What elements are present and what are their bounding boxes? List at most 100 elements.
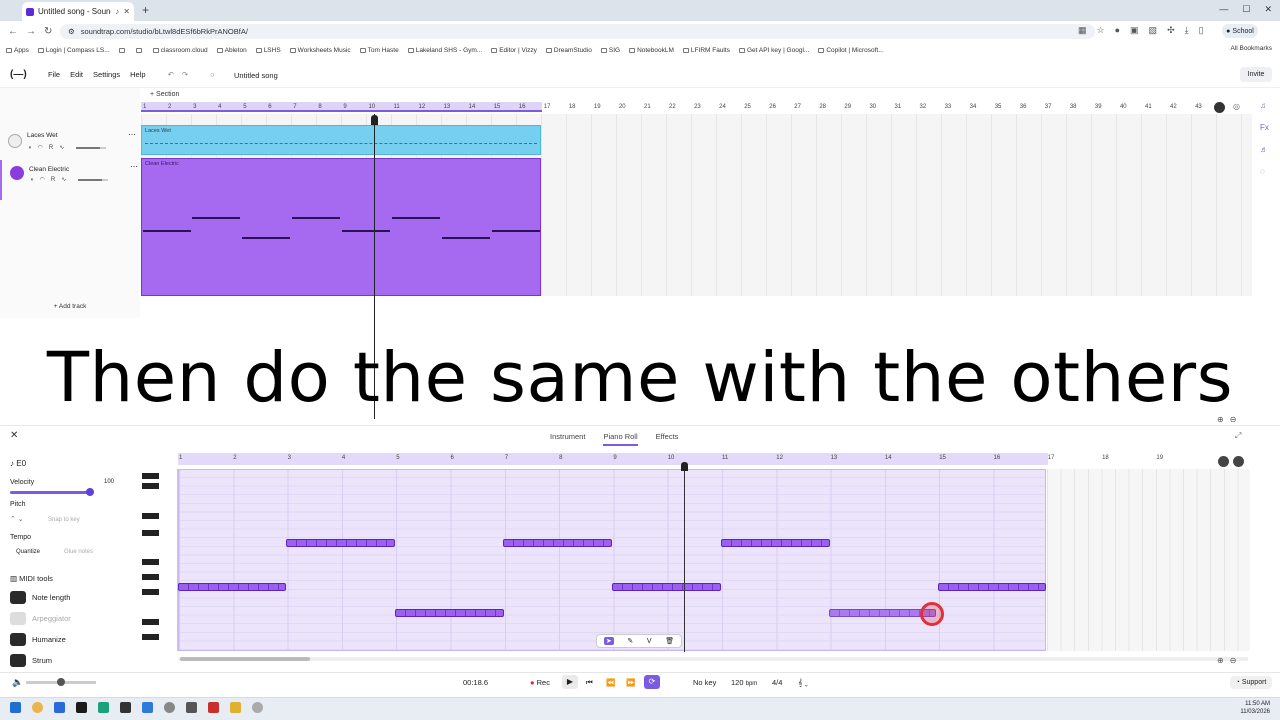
- piano-roll-playhead[interactable]: [684, 462, 685, 652]
- black-key[interactable]: [142, 513, 159, 519]
- bookmark-item[interactable]: [118, 47, 127, 53]
- track-name[interactable]: Laces Wet: [27, 132, 58, 139]
- profile-button[interactable]: ● School: [1222, 24, 1258, 38]
- loops-icon[interactable]: ♬: [1260, 139, 1269, 161]
- trash-icon[interactable]: 🗑: [665, 637, 674, 645]
- velocity-slider-handle[interactable]: [86, 488, 94, 496]
- settings-gear-icon[interactable]: ◎: [1233, 102, 1240, 111]
- arpeggiator-tool[interactable]: Arpeggiator: [10, 612, 71, 625]
- piano-roll-playhead-handle[interactable]: [681, 462, 688, 471]
- bookmark-item[interactable]: Editor | Vizzy: [491, 47, 537, 54]
- black-key[interactable]: [142, 473, 159, 479]
- playhead-handle[interactable]: [371, 115, 378, 125]
- browser-tab[interactable]: Untitled song - Soundtrap ♪ ✕: [22, 2, 134, 21]
- menu-settings[interactable]: Settings: [93, 70, 120, 79]
- key-selector[interactable]: No key: [693, 678, 716, 687]
- rewind-icon[interactable]: ⏮: [586, 678, 593, 688]
- tab-audio-icon[interactable]: ♪: [115, 7, 119, 16]
- mute-icon[interactable]: ◖: [30, 177, 34, 183]
- midi-note[interactable]: [503, 539, 612, 547]
- velocity-slider[interactable]: [10, 491, 90, 494]
- midi-note[interactable]: [721, 539, 830, 547]
- app-icon[interactable]: [76, 702, 87, 713]
- bookmark-item[interactable]: LFIRM Faults: [682, 47, 730, 54]
- note-length-tool[interactable]: Note length: [10, 591, 70, 604]
- music-icon[interactable]: ♫: [1260, 95, 1269, 117]
- tab-piano-roll[interactable]: Piano Roll: [603, 432, 638, 446]
- app-icon[interactable]: [98, 702, 109, 713]
- humanize-tool[interactable]: Humanize: [10, 633, 66, 646]
- piano-roll-grid[interactable]: [178, 469, 1046, 651]
- scrollbar-thumb[interactable]: [180, 657, 310, 661]
- velocity-icon[interactable]: V: [647, 638, 652, 645]
- pencil-icon[interactable]: ✎: [627, 637, 633, 645]
- undo-icon[interactable]: ↶: [168, 70, 174, 79]
- avatar[interactable]: [1233, 456, 1244, 467]
- tab-close-icon[interactable]: ✕: [123, 7, 130, 16]
- site-info-icon[interactable]: ⚙: [68, 27, 75, 36]
- extension-icon[interactable]: ▦: [1078, 25, 1087, 36]
- chat-icon[interactable]: ◌: [1260, 161, 1269, 183]
- app-icon[interactable]: [252, 702, 263, 713]
- app-icon[interactable]: [164, 702, 175, 713]
- soundtrap-logo[interactable]: (—): [10, 69, 38, 80]
- bookmark-item[interactable]: classroom.cloud: [152, 47, 208, 54]
- time-signature[interactable]: 4/4: [772, 678, 782, 687]
- black-key[interactable]: [142, 530, 159, 536]
- record-arm-icon[interactable]: R: [51, 177, 55, 183]
- close-window-icon[interactable]: ✕: [1264, 4, 1272, 15]
- url-bar[interactable]: ⚙ soundtrap.com/studio/bLtwl8dESf6bRkPrA…: [60, 24, 1095, 39]
- black-key[interactable]: [142, 559, 159, 565]
- pitch-up-down-icon[interactable]: ⌃ ⌄: [10, 515, 24, 523]
- new-tab-icon[interactable]: +: [142, 3, 149, 17]
- mute-icon[interactable]: ◖: [28, 145, 32, 151]
- back-icon[interactable]: ←: [8, 26, 18, 37]
- master-volume-handle[interactable]: [57, 678, 65, 686]
- invite-button[interactable]: Invite: [1240, 67, 1272, 82]
- bookmark-item[interactable]: DreamStudio: [545, 47, 592, 54]
- clip-laces-wet[interactable]: Laces Wet: [141, 125, 541, 155]
- black-key[interactable]: [142, 589, 159, 595]
- automation-icon[interactable]: ∿: [59, 144, 64, 151]
- solo-headphones-icon[interactable]: ◠: [38, 144, 43, 151]
- minimize-icon[interactable]: —: [1219, 4, 1228, 15]
- track-volume-slider[interactable]: [78, 178, 109, 181]
- loop-button[interactable]: ⟳: [644, 675, 660, 689]
- glue-notes-button[interactable]: Glue notes: [64, 549, 93, 555]
- midi-note[interactable]: [286, 539, 395, 547]
- app-icon[interactable]: [186, 702, 197, 713]
- bookmark-item[interactable]: LSHS: [255, 47, 281, 54]
- app-icon[interactable]: [120, 702, 131, 713]
- track-header-laces-wet[interactable]: Laces Wet ◖ ◠ R ∿ ⋯: [0, 128, 140, 158]
- avatar[interactable]: [1214, 102, 1225, 113]
- bookmark-item[interactable]: SIG: [600, 47, 620, 54]
- fx-icon[interactable]: Fx: [1260, 117, 1269, 139]
- add-section-button[interactable]: + Section: [150, 91, 179, 98]
- edge-icon[interactable]: [54, 702, 65, 713]
- track-header-clean-electric[interactable]: Clean Electric ◖ ◠ R ∿ ⋯: [0, 160, 140, 200]
- select-pointer-icon[interactable]: ➤: [603, 637, 614, 645]
- reload-icon[interactable]: ↻: [44, 26, 52, 37]
- menu-file[interactable]: File: [48, 70, 60, 79]
- tab-instrument[interactable]: Instrument: [550, 432, 585, 446]
- sidebar-icon[interactable]: ▯: [1199, 25, 1204, 36]
- expand-panel-icon[interactable]: ⤢: [1235, 431, 1241, 441]
- menu-edit[interactable]: Edit: [70, 70, 83, 79]
- snap-to-key-toggle[interactable]: Snap to key: [48, 517, 80, 523]
- speaker-icon[interactable]: 🔈: [12, 677, 23, 688]
- forward-icon[interactable]: →: [26, 26, 36, 37]
- system-clock[interactable]: 11:50 AM 11/03/2026: [1240, 700, 1270, 716]
- track-menu-icon[interactable]: ⋯: [128, 130, 136, 139]
- download-icon[interactable]: ⤓: [1185, 25, 1189, 36]
- zoom-in-icon[interactable]: ⊕: [1217, 656, 1224, 665]
- tab-effects[interactable]: Effects: [656, 432, 679, 446]
- track-volume-slider[interactable]: [76, 146, 107, 149]
- black-key[interactable]: [142, 634, 159, 640]
- song-title[interactable]: Untitled song: [234, 71, 278, 80]
- avatar[interactable]: [1218, 456, 1229, 467]
- file-explorer-icon[interactable]: [230, 702, 241, 713]
- tempo-display[interactable]: 120 bpm: [731, 678, 757, 687]
- bookmark-item[interactable]: Copilot | Microsoft...: [818, 47, 884, 54]
- all-bookmarks[interactable]: All Bookmarks: [1230, 45, 1272, 52]
- add-track-button[interactable]: + Add track: [0, 300, 140, 314]
